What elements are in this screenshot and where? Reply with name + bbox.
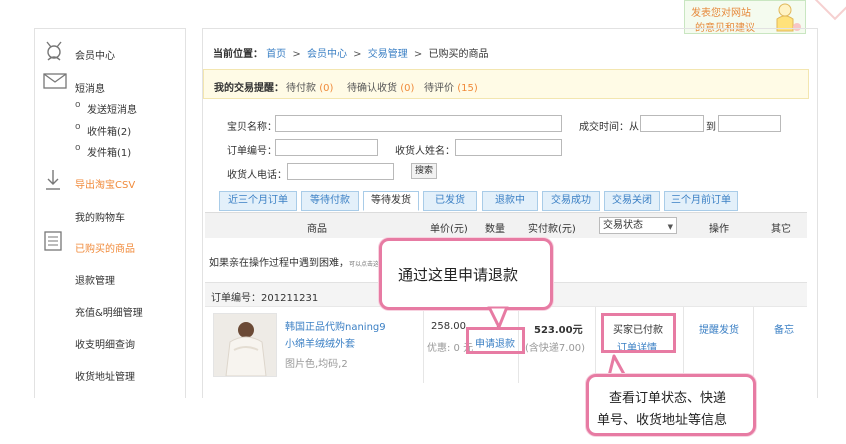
- breadcrumb-trade-management[interactable]: 交易管理: [368, 49, 408, 60]
- trade-reminder-bar: 我的交易提醒： 待付款 (0) 待确认收货 (0) 待评价 (15): [203, 69, 809, 99]
- item-name-input[interactable]: [275, 115, 562, 132]
- product-title-link[interactable]: 韩国正品代购naning9小绵羊绒绒外套: [285, 319, 393, 353]
- reminder-pending-receipt[interactable]: 待确认收货 (0): [347, 79, 414, 94]
- remind-shipment-link[interactable]: 提醒发货: [699, 321, 739, 336]
- breadcrumb-separator: >: [413, 49, 423, 60]
- reminder-label: 我的交易提醒：: [214, 83, 284, 94]
- corner-decoration: [813, 0, 846, 21]
- status-filter-select[interactable]: 交易状态: [599, 217, 677, 235]
- sidebar-item-messages[interactable]: 短消息: [75, 80, 105, 95]
- status-callout: 查看订单状态、快递 单号、收货地址等信息: [586, 374, 756, 436]
- reminder-pending-payment[interactable]: 待付款 (0): [286, 79, 333, 94]
- reminder-pending-review[interactable]: 待评价 (15): [424, 79, 478, 94]
- tab-shipped[interactable]: 已发货: [423, 191, 477, 211]
- column-divider: [595, 307, 596, 383]
- apply-refund-link[interactable]: 申请退款: [475, 335, 515, 350]
- order-no-label: 订单编号：: [227, 146, 277, 157]
- sidebar-item-balance-query[interactable]: 收支明细查询: [75, 336, 135, 351]
- order-no-input[interactable]: [275, 139, 378, 156]
- refund-callout-text: 通过这里申请退款: [398, 266, 519, 284]
- deal-time-label: 成交时间：从: [579, 122, 639, 133]
- member-icon: [46, 41, 62, 61]
- order-number: 订单编号：201211231: [211, 293, 319, 304]
- column-divider: [683, 307, 684, 383]
- tab-awaiting-payment[interactable]: 等待付款: [301, 191, 359, 211]
- item-name-label: 宝贝名称：: [227, 122, 277, 133]
- tab-completed[interactable]: 交易成功: [542, 191, 600, 211]
- product-image: [214, 314, 276, 376]
- feedback-line1: 发表您对网站: [691, 8, 751, 19]
- col-price: 单价(元): [430, 224, 468, 235]
- sidebar-item-addresses[interactable]: 收货地址管理: [75, 368, 135, 383]
- tab-refunding[interactable]: 退款中: [482, 191, 538, 211]
- sidebar-item-member-center[interactable]: 会员中心: [75, 47, 115, 62]
- breadcrumb-separator: >: [292, 49, 301, 60]
- receiver-name-label: 收货人姓名：: [395, 146, 455, 157]
- product-thumbnail[interactable]: [213, 313, 277, 377]
- breadcrumb-separator: >: [353, 49, 362, 60]
- deal-time-to-label: 到: [706, 122, 716, 133]
- breadcrumb-member-center[interactable]: 会员中心: [307, 49, 347, 60]
- status-callout-line2: 单号、收货地址等信息: [597, 413, 728, 428]
- tab-awaiting-shipment[interactable]: 等待发货: [363, 191, 419, 211]
- sidebar-item-send-message[interactable]: 发送短消息: [75, 100, 137, 116]
- document-list-icon: [44, 231, 62, 251]
- tab-recent-three-months[interactable]: 近三个月订单: [219, 191, 297, 211]
- sidebar-item-cart[interactable]: 我的购物车: [75, 209, 125, 224]
- deal-time-to-input[interactable]: [718, 115, 781, 132]
- unit-price: 258.00: [431, 321, 466, 332]
- envelope-icon: [43, 73, 67, 89]
- tab-older-orders[interactable]: 三个月前订单: [664, 191, 738, 211]
- receiver-name-input[interactable]: [455, 139, 562, 156]
- column-divider: [423, 307, 424, 383]
- breadcrumb-home[interactable]: 首页: [266, 49, 286, 60]
- status-callout-line1: 查看订单状态、快递: [609, 391, 727, 406]
- tab-closed[interactable]: 交易关闭: [604, 191, 660, 211]
- sidebar-item-refunds[interactable]: 退款管理: [75, 272, 115, 287]
- column-divider: [753, 307, 754, 383]
- sidebar-item-outbox[interactable]: 发件箱(1): [75, 143, 131, 159]
- shipping-fee: (含快递7.00): [525, 343, 586, 354]
- sidebar-item-export-csv[interactable]: 导出淘宝CSV: [75, 176, 135, 191]
- receiver-phone-input[interactable]: [287, 163, 394, 180]
- receiver-phone-label: 收货人电话：: [227, 170, 287, 181]
- help-hint: 如果亲在操作过程中遇到困难，可以点击这里: [209, 258, 386, 269]
- col-other: 其它: [771, 224, 791, 235]
- col-product: 商品: [307, 224, 327, 235]
- refund-callout: 通过这里申请退款: [379, 238, 553, 310]
- col-qty: 数量: [485, 224, 505, 235]
- product-spec: 图片色,均码,2: [285, 359, 348, 370]
- breadcrumb-current: 已购买的商品: [428, 49, 489, 60]
- memo-link[interactable]: 备忘: [774, 321, 794, 336]
- sidebar-item-recharge[interactable]: 充值&明细管理: [75, 304, 143, 319]
- sidebar-item-inbox[interactable]: 收件箱(2): [75, 122, 131, 138]
- breadcrumb: 当前位置： 首页 > 会员中心 > 交易管理 > 已购买的商品: [213, 45, 488, 60]
- sidebar: 会员中心 短消息 发送短消息 收件箱(2) 发件箱(1) 导出淘宝CSV 我的购…: [34, 28, 186, 398]
- refund-callout-pointer: [487, 305, 509, 329]
- col-action: 操作: [709, 224, 729, 235]
- status-highlight: [601, 313, 676, 353]
- search-button[interactable]: 搜索: [411, 163, 437, 179]
- breadcrumb-label: 当前位置：: [213, 49, 263, 60]
- sidebar-item-purchased[interactable]: 已购买的商品: [75, 240, 135, 255]
- col-paid: 实付款(元): [528, 224, 576, 235]
- export-icon: [46, 170, 60, 190]
- table-header: 商品 单价(元) 数量 实付款(元) 交易状态 操作 其它: [205, 212, 807, 238]
- deal-time-from-input[interactable]: [640, 115, 704, 132]
- paid-amount: 523.00元: [534, 325, 583, 336]
